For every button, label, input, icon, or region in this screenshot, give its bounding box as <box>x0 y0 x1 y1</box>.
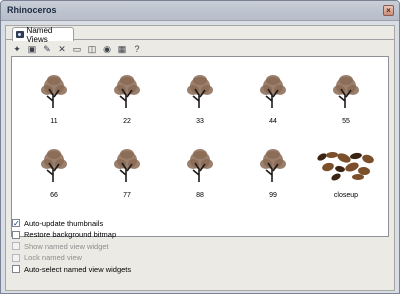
tree-thumbnail-image <box>111 75 143 109</box>
thumbnail-label: 99 <box>269 192 277 199</box>
folder-icon[interactable]: ▭ <box>72 44 82 54</box>
option-label: Lock named view <box>24 253 82 262</box>
checkbox[interactable] <box>12 230 20 239</box>
thumbnail-label: 55 <box>342 118 350 125</box>
thumbnail-label: 44 <box>269 118 277 125</box>
tab-label: Named Views <box>26 25 53 44</box>
option-row: Lock named view <box>12 253 82 263</box>
camera-icon[interactable]: ◫ <box>87 44 97 54</box>
checkbox <box>12 242 20 250</box>
named-view-thumbnail[interactable]: 99 <box>243 149 303 219</box>
thumbnail-area[interactable]: 11 22 33 44 55 66 77 88 99 closeup <box>11 56 389 237</box>
delete-icon[interactable]: ✕ <box>57 44 67 54</box>
option-row: Show named view widget <box>12 241 109 251</box>
tab-named-views[interactable]: Named Views <box>12 25 74 44</box>
tree-thumbnail-image <box>257 149 289 183</box>
named-view-thumbnail[interactable]: 77 <box>97 149 157 219</box>
checkbox <box>12 253 20 262</box>
option-row[interactable]: Auto-select named view widgets <box>12 264 131 274</box>
rhinoceros-window: Rhinoceros × Named Views ✦ ▣ ✎ ✕ ▭ ◫ ◉ ▦? 11 22 3… <box>0 0 400 294</box>
thumbnail-label: closeup <box>333 192 359 199</box>
closeup-leaves-image <box>316 149 376 183</box>
tab-strip: Named Views <box>6 25 394 44</box>
option-label: Auto-update thumbnails <box>24 218 104 228</box>
edit-icon[interactable]: ✎ <box>42 44 52 54</box>
named-view-thumbnail[interactable]: 44 <box>243 75 303 145</box>
tree-thumbnail-image <box>38 75 70 109</box>
tree-thumbnail-image <box>111 149 143 183</box>
named-views-toolbar: ✦ ▣ ✎ ✕ ▭ ◫ ◉ ▦? <box>12 43 142 55</box>
thumbnail-label: 88 <box>196 192 204 199</box>
named-view-thumbnail[interactable]: 66 <box>24 149 84 219</box>
checkbox[interactable] <box>12 265 20 273</box>
option-row[interactable]: ✓ Auto-update thumbnails <box>12 218 103 228</box>
help-icon[interactable]: ? <box>132 44 142 54</box>
close-button[interactable]: × <box>383 5 394 16</box>
named-view-thumbnail[interactable]: closeup <box>316 149 376 219</box>
save-icon[interactable]: ▣ <box>27 44 37 54</box>
title-bar[interactable]: Rhinoceros × <box>1 1 399 21</box>
named-view-thumbnail[interactable]: 88 <box>170 149 230 219</box>
window-title: Rhinoceros <box>7 5 57 15</box>
thumbnail-label: 77 <box>123 192 131 199</box>
tree-thumbnail-image <box>38 149 70 183</box>
tree-thumbnail-image <box>330 75 362 109</box>
grid-icon[interactable]: ▦ <box>117 44 127 54</box>
tree-thumbnail-image <box>184 75 216 109</box>
option-label: Restore background bitmap <box>24 230 117 239</box>
checkbox[interactable]: ✓ <box>12 219 20 228</box>
thumbnail-label: 66 <box>50 192 58 199</box>
named-view-thumbnail[interactable]: 33 <box>170 75 230 145</box>
new-view-icon[interactable]: ✦ <box>12 44 22 54</box>
tree-thumbnail-image <box>257 75 289 109</box>
option-label: Show named view widget <box>24 241 109 251</box>
thumbnail-label: 33 <box>196 118 204 125</box>
tree-thumbnail-image <box>184 149 216 183</box>
option-label: Auto-select named view widgets <box>24 264 132 274</box>
thumbnail-label: 22 <box>123 118 131 125</box>
camera-tab-icon <box>16 31 24 38</box>
named-view-thumbnail[interactable]: 55 <box>316 75 376 145</box>
named-view-thumbnail[interactable]: 22 <box>97 75 157 145</box>
named-views-panel: Named Views ✦ ▣ ✎ ✕ ▭ ◫ ◉ ▦? 11 22 33 44 55 66 77 88 99… <box>5 25 395 291</box>
eye-icon[interactable]: ◉ <box>102 44 112 54</box>
named-view-thumbnail[interactable]: 11 <box>24 75 84 145</box>
thumbnail-label: 11 <box>50 118 58 125</box>
option-row[interactable]: Restore background bitmap <box>12 230 116 240</box>
